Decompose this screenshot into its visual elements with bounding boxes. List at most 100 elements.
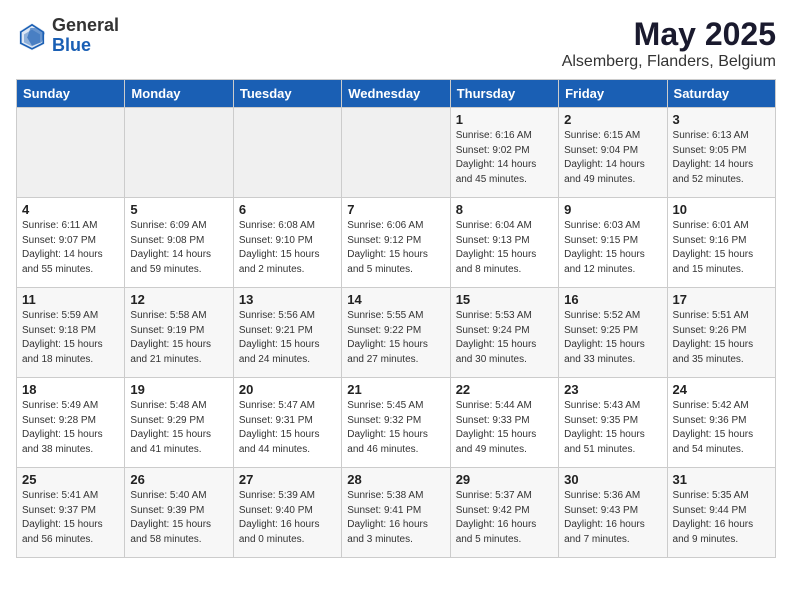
day-info: Sunrise: 6:06 AMSunset: 9:12 PMDaylight:… — [347, 219, 444, 277]
logo-icon — [16, 20, 48, 52]
day-info: Sunrise: 6:04 AMSunset: 9:13 PMDaylight:… — [456, 219, 553, 277]
calendar-title: May 2025 — [562, 16, 776, 53]
day-info: Sunrise: 5:38 AMSunset: 9:41 PMDaylight:… — [347, 489, 444, 547]
day-info: Sunrise: 5:44 AMSunset: 9:33 PMDaylight:… — [456, 399, 553, 457]
calendar-cell: 15Sunrise: 5:53 AMSunset: 9:24 PMDayligh… — [450, 288, 558, 378]
day-number: 26 — [130, 472, 227, 487]
calendar-cell: 23 Sunrise: 5:43 AMSunset: 9:35 PMDayligh… — [559, 378, 667, 468]
day-info: Sunrise: 5:39 AMSunset: 9:40 PMDaylight:… — [239, 489, 336, 547]
day-number: 25 — [22, 472, 119, 487]
calendar-cell: 25Sunrise: 5:41 AMSunset: 9:37 PMDayligh… — [17, 468, 125, 558]
calendar-cell: 1Sunrise: 6:16 AMSunset: 9:02 PMDaylight… — [450, 108, 558, 198]
day-info: Sunrise: 6:03 AMSunset: 9:15 PMDaylight:… — [564, 219, 661, 277]
day-header-thursday: Thursday — [450, 80, 558, 108]
calendar-cell — [233, 108, 341, 198]
day-number: 14 — [347, 292, 444, 307]
calendar-cell: 30 Sunrise: 5:36 AMSunset: 9:43 PMDayligh… — [559, 468, 667, 558]
calendar-cell: 21Sunrise: 5:45 AMSunset: 9:32 PMDayligh… — [342, 378, 450, 468]
week-row-4: 18 Sunrise: 5:49 AMSunset: 9:28 PMDayligh… — [17, 378, 776, 468]
day-number: 4 — [22, 202, 119, 217]
day-info: Sunrise: 6:15 AMSunset: 9:04 PMDaylight:… — [564, 129, 661, 187]
day-number: 23 — [564, 382, 661, 397]
calendar-cell: 7 Sunrise: 6:06 AMSunset: 9:12 PMDaylight… — [342, 198, 450, 288]
calendar-cell: 26 Sunrise: 5:40 AMSunset: 9:39 PMDayligh… — [125, 468, 233, 558]
logo: General Blue — [16, 16, 119, 56]
day-info: Sunrise: 5:55 AMSunset: 9:22 PMDaylight:… — [347, 309, 444, 367]
day-number: 16 — [564, 292, 661, 307]
day-number: 10 — [673, 202, 770, 217]
calendar-cell: 2 Sunrise: 6:15 AMSunset: 9:04 PMDaylight… — [559, 108, 667, 198]
calendar-table: SundayMondayTuesdayWednesdayThursdayFrid… — [16, 79, 776, 558]
calendar-subtitle: Alsemberg, Flanders, Belgium — [562, 53, 776, 71]
calendar-body: 1Sunrise: 6:16 AMSunset: 9:02 PMDaylight… — [17, 108, 776, 558]
day-number: 28 — [347, 472, 444, 487]
day-info: Sunrise: 5:40 AMSunset: 9:39 PMDaylight:… — [130, 489, 227, 547]
day-info: Sunrise: 5:48 AMSunset: 9:29 PMDaylight:… — [130, 399, 227, 457]
calendar-cell: 19 Sunrise: 5:48 AMSunset: 9:29 PMDayligh… — [125, 378, 233, 468]
day-header-sunday: Sunday — [17, 80, 125, 108]
day-info: Sunrise: 6:01 AMSunset: 9:16 PMDaylight:… — [673, 219, 770, 277]
day-info: Sunrise: 5:36 AMSunset: 9:43 PMDaylight:… — [564, 489, 661, 547]
day-number: 24 — [673, 382, 770, 397]
day-info: Sunrise: 5:37 AMSunset: 9:42 PMDaylight:… — [456, 489, 553, 547]
title-block: May 2025 Alsemberg, Flanders, Belgium — [562, 16, 776, 71]
calendar-cell: 27Sunrise: 5:39 AMSunset: 9:40 PMDayligh… — [233, 468, 341, 558]
calendar-cell: 8Sunrise: 6:04 AMSunset: 9:13 PMDaylight… — [450, 198, 558, 288]
day-info: Sunrise: 6:09 AMSunset: 9:08 PMDaylight:… — [130, 219, 227, 277]
week-row-1: 1Sunrise: 6:16 AMSunset: 9:02 PMDaylight… — [17, 108, 776, 198]
day-number: 7 — [347, 202, 444, 217]
calendar-cell: 10 Sunrise: 6:01 AMSunset: 9:16 PMDayligh… — [667, 198, 775, 288]
calendar-cell: 29 Sunrise: 5:37 AMSunset: 9:42 PMDayligh… — [450, 468, 558, 558]
calendar-cell: 20Sunrise: 5:47 AMSunset: 9:31 PMDayligh… — [233, 378, 341, 468]
calendar-cell — [342, 108, 450, 198]
calendar-cell: 17Sunrise: 5:51 AMSunset: 9:26 PMDayligh… — [667, 288, 775, 378]
calendar-cell: 13Sunrise: 5:56 AMSunset: 9:21 PMDayligh… — [233, 288, 341, 378]
calendar-cell: 24Sunrise: 5:42 AMSunset: 9:36 PMDayligh… — [667, 378, 775, 468]
calendar-cell — [17, 108, 125, 198]
logo-general-text: General — [52, 16, 119, 36]
week-row-2: 4 Sunrise: 6:11 AMSunset: 9:07 PMDaylight… — [17, 198, 776, 288]
day-number: 13 — [239, 292, 336, 307]
day-number: 30 — [564, 472, 661, 487]
day-number: 31 — [673, 472, 770, 487]
day-number: 17 — [673, 292, 770, 307]
calendar-cell: 14 Sunrise: 5:55 AMSunset: 9:22 PMDayligh… — [342, 288, 450, 378]
header-row: SundayMondayTuesdayWednesdayThursdayFrid… — [17, 80, 776, 108]
day-number: 15 — [456, 292, 553, 307]
day-info: Sunrise: 6:08 AMSunset: 9:10 PMDaylight:… — [239, 219, 336, 277]
day-number: 9 — [564, 202, 661, 217]
calendar-cell: 9 Sunrise: 6:03 AMSunset: 9:15 PMDaylight… — [559, 198, 667, 288]
day-number: 22 — [456, 382, 553, 397]
calendar-cell: 22 Sunrise: 5:44 AMSunset: 9:33 PMDayligh… — [450, 378, 558, 468]
calendar-cell: 5 Sunrise: 6:09 AMSunset: 9:08 PMDaylight… — [125, 198, 233, 288]
day-info: Sunrise: 5:35 AMSunset: 9:44 PMDaylight:… — [673, 489, 770, 547]
calendar-cell: 16Sunrise: 5:52 AMSunset: 9:25 PMDayligh… — [559, 288, 667, 378]
day-number: 12 — [130, 292, 227, 307]
day-number: 19 — [130, 382, 227, 397]
day-number: 6 — [239, 202, 336, 217]
day-header-wednesday: Wednesday — [342, 80, 450, 108]
day-info: Sunrise: 5:43 AMSunset: 9:35 PMDaylight:… — [564, 399, 661, 457]
day-header-monday: Monday — [125, 80, 233, 108]
calendar-cell: 18 Sunrise: 5:49 AMSunset: 9:28 PMDayligh… — [17, 378, 125, 468]
page-header: General Blue May 2025 Alsemberg, Flander… — [16, 16, 776, 71]
day-header-tuesday: Tuesday — [233, 80, 341, 108]
logo-blue-text: Blue — [52, 36, 119, 56]
calendar-cell — [125, 108, 233, 198]
week-row-5: 25Sunrise: 5:41 AMSunset: 9:37 PMDayligh… — [17, 468, 776, 558]
day-number: 2 — [564, 112, 661, 127]
day-header-friday: Friday — [559, 80, 667, 108]
day-info: Sunrise: 6:13 AMSunset: 9:05 PMDaylight:… — [673, 129, 770, 187]
week-row-3: 11 Sunrise: 5:59 AMSunset: 9:18 PMDayligh… — [17, 288, 776, 378]
day-info: Sunrise: 5:49 AMSunset: 9:28 PMDaylight:… — [22, 399, 119, 457]
day-info: Sunrise: 6:11 AMSunset: 9:07 PMDaylight:… — [22, 219, 119, 277]
day-number: 29 — [456, 472, 553, 487]
day-number: 21 — [347, 382, 444, 397]
calendar-cell: 12Sunrise: 5:58 AMSunset: 9:19 PMDayligh… — [125, 288, 233, 378]
day-info: Sunrise: 5:59 AMSunset: 9:18 PMDaylight:… — [22, 309, 119, 367]
day-number: 5 — [130, 202, 227, 217]
day-number: 18 — [22, 382, 119, 397]
calendar-cell: 3Sunrise: 6:13 AMSunset: 9:05 PMDaylight… — [667, 108, 775, 198]
day-number: 11 — [22, 292, 119, 307]
calendar-cell: 11 Sunrise: 5:59 AMSunset: 9:18 PMDayligh… — [17, 288, 125, 378]
